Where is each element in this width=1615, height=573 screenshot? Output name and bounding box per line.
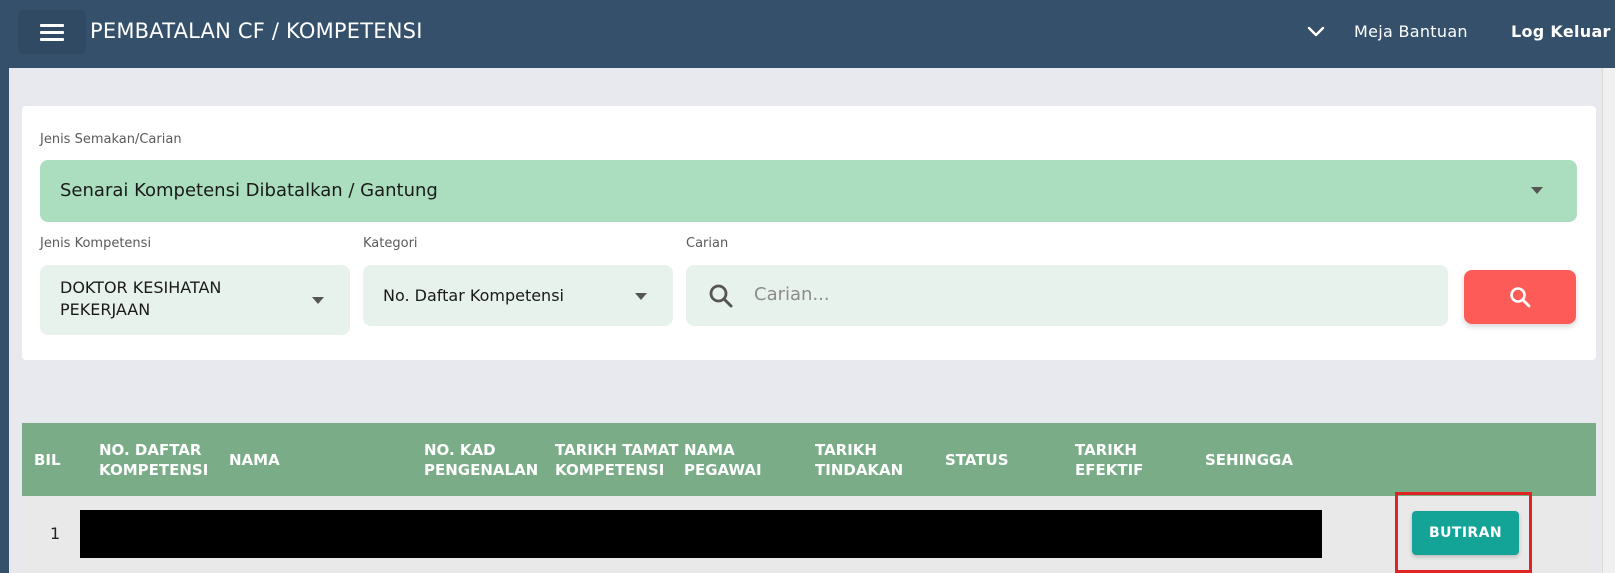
column-header-status: STATUS [945, 451, 1009, 469]
chevron-down-icon[interactable] [1306, 22, 1326, 42]
column-header-nama: NAMA [229, 451, 280, 469]
kategori-select[interactable]: No. Daftar Kompetensi [363, 265, 673, 326]
jenis-semakan-label: Jenis Semakan/Carian [40, 132, 182, 147]
search-placeholder: Carian... [754, 284, 830, 305]
help-desk-link[interactable]: Meja Bantuan [1354, 22, 1468, 41]
column-header-tarikh-efektif: TARIKH EFEKTIF [1075, 441, 1144, 479]
jenis-kompetensi-value-line2: PEKERJAAN [60, 300, 151, 319]
jenis-kompetensi-value-line1: DOKTOR KESIHATAN [60, 278, 222, 297]
menu-button[interactable] [18, 10, 86, 54]
hamburger-icon [40, 23, 64, 41]
caret-down-icon [635, 293, 647, 300]
search-button[interactable] [1464, 270, 1576, 324]
jenis-kompetensi-label: Jenis Kompetensi [40, 236, 152, 251]
jenis-semakan-value: Senarai Kompetensi Dibatalkan / Gantung [60, 180, 438, 201]
search-input[interactable]: Carian... [686, 265, 1448, 326]
kategori-label: Kategori [363, 236, 418, 251]
page-title: PEMBATALAN CF / KOMPETENSI [90, 19, 423, 43]
caret-down-icon [1531, 187, 1543, 194]
butiran-button[interactable]: BUTIRAN [1412, 511, 1519, 555]
search-icon [1510, 287, 1531, 308]
sidebar-edge [0, 68, 9, 573]
kategori-value: No. Daftar Kompetensi [383, 286, 564, 305]
jenis-semakan-select[interactable]: Senarai Kompetensi Dibatalkan / Gantung [40, 160, 1577, 222]
column-header-no-kad: NO. KAD PENGENALAN [424, 441, 539, 479]
top-bar: PEMBATALAN CF / KOMPETENSI Meja Bantuan … [0, 0, 1615, 68]
column-header-bil: BIL [34, 451, 61, 469]
column-header-tarikh-tamat: TARIKH TAMAT KOMPETENSI [555, 441, 679, 479]
column-header-no-daftar: NO. DAFTAR KOMPETENSI [99, 441, 209, 479]
caret-down-icon [312, 297, 324, 304]
row-number: 1 [50, 524, 61, 543]
search-icon [709, 284, 733, 308]
logout-link[interactable]: Log Keluar [1511, 22, 1611, 41]
column-header-nama-pegawai: NAMA PEGAWAI [684, 441, 762, 479]
column-header-tarikh-tindakan: TARIKH TINDAKAN [815, 441, 904, 479]
column-header-sehingga: SEHINGGA [1205, 451, 1293, 469]
carian-label: Carian [686, 236, 729, 251]
redacted-row-content [80, 510, 1322, 558]
scrollbar[interactable] [1602, 68, 1615, 573]
jenis-kompetensi-select[interactable]: DOKTOR KESIHATAN PEKERJAAN [40, 265, 350, 335]
